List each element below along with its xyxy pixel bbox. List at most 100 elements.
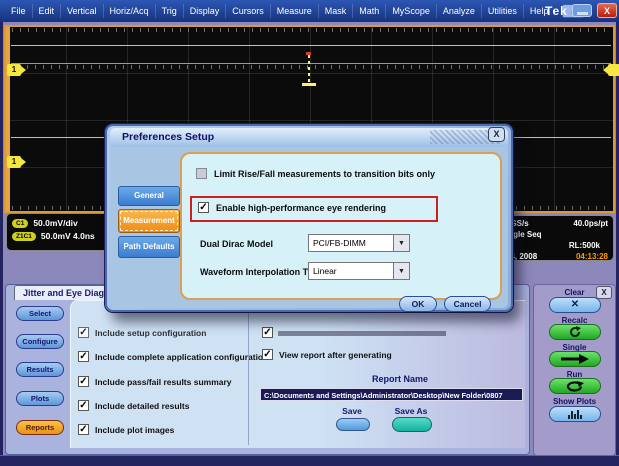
- time-readout: 04:13:28: [576, 252, 608, 261]
- menu-trig[interactable]: Trig: [156, 4, 184, 18]
- menu-horiz-acq[interactable]: Horiz/Acq: [104, 4, 156, 18]
- save-as-label: Save As: [383, 406, 439, 416]
- checkbox-checked[interactable]: ✓: [262, 349, 273, 360]
- tab-measurement[interactable]: Measurement: [118, 209, 180, 233]
- occluded-option-row[interactable]: ✓: [262, 327, 273, 338]
- c1-badge: C1: [12, 219, 28, 228]
- configure-button[interactable]: Configure: [16, 334, 64, 349]
- interp-type-value: Linear: [309, 263, 393, 279]
- graticule-left-border: [6, 27, 10, 211]
- checkbox-label: Include pass/fail results summary: [95, 377, 232, 387]
- results-button[interactable]: Results: [16, 362, 64, 377]
- tek-logo: Tek: [545, 4, 568, 18]
- acquisition-readout-box: 0GS/s 40.0ps/pt ingle Seq RL:500k 04, 20…: [500, 215, 614, 261]
- occluded-text: [278, 331, 446, 336]
- recalc-button[interactable]: [549, 324, 601, 340]
- include-app-config-row[interactable]: ✓ Include complete application configura…: [78, 351, 268, 362]
- plots-bars-icon: [568, 410, 582, 419]
- enable-eye-rendering-row[interactable]: ✓ Enable high-performance eye rendering: [198, 202, 386, 213]
- dual-dirac-value: PCI/FB-DIMM: [309, 235, 393, 251]
- interp-type-select[interactable]: Linear ▼: [308, 262, 410, 280]
- close-window-button[interactable]: X: [597, 3, 617, 18]
- interp-type-label: Waveform Interpolation Type: [200, 267, 323, 277]
- channel1-trace: [11, 45, 611, 46]
- menu-utilities[interactable]: Utilities: [482, 4, 524, 18]
- record-length: RL:500k: [569, 241, 608, 250]
- loop-arrow-icon: [565, 381, 585, 392]
- menu-myscope[interactable]: MyScope: [386, 4, 437, 18]
- report-name-label: Report Name: [300, 374, 500, 384]
- right-edge-marker: [608, 64, 619, 76]
- tab-general[interactable]: General: [118, 186, 180, 206]
- tick-marks-top: [12, 28, 611, 32]
- minimize-button[interactable]: [572, 4, 592, 17]
- minimize-icon: [577, 12, 588, 15]
- chevron-down-icon[interactable]: ▼: [393, 263, 409, 279]
- report-path-field[interactable]: C:\Documents and Settings\Administrator\…: [260, 388, 523, 401]
- checkbox-label: Enable high-performance eye rendering: [216, 203, 386, 213]
- menu-file[interactable]: File: [5, 4, 33, 18]
- menu-vertical[interactable]: Vertical: [61, 4, 104, 18]
- single-button[interactable]: [549, 351, 601, 367]
- menu-display[interactable]: Display: [184, 4, 227, 18]
- bottom-frame: [0, 455, 619, 466]
- checkbox-label: Include setup configuration: [95, 328, 206, 338]
- trigger-position-line[interactable]: [308, 55, 310, 84]
- select-button[interactable]: Select: [16, 306, 64, 321]
- refresh-icon: [568, 326, 582, 338]
- checkbox-checked[interactable]: ✓: [78, 327, 89, 338]
- include-plot-images-row[interactable]: ✓ Include plot images: [78, 424, 174, 435]
- checkbox-checked[interactable]: ✓: [78, 424, 89, 435]
- checkbox-label: Include complete application configurati…: [95, 352, 268, 362]
- save-as-button[interactable]: [392, 417, 432, 432]
- c1-scale: 50.0mV/div: [33, 218, 77, 228]
- checkbox-label: Limit Rise/Fall measurements to transiti…: [214, 169, 435, 179]
- clear-x-icon: ✕: [571, 300, 579, 310]
- show-plots-button[interactable]: [549, 406, 601, 422]
- clear-label: Clear: [533, 288, 616, 297]
- ok-button[interactable]: OK: [399, 296, 437, 312]
- checkbox-checked[interactable]: ✓: [78, 351, 89, 362]
- checkbox-label: Include detailed results: [95, 401, 189, 411]
- include-detailed-row[interactable]: ✓ Include detailed results: [78, 400, 189, 411]
- include-setup-config-row[interactable]: ✓ Include setup configuration: [78, 327, 206, 338]
- menu-math[interactable]: Math: [353, 4, 386, 18]
- checkbox-checked[interactable]: ✓: [262, 327, 273, 338]
- menu-bar: File Edit Vertical Horiz/Acq Trig Displa…: [0, 0, 619, 22]
- menu-mask[interactable]: Mask: [319, 4, 354, 18]
- menu-edit[interactable]: Edit: [33, 4, 62, 18]
- dual-dirac-select[interactable]: PCI/FB-DIMM ▼: [308, 234, 410, 252]
- chevron-down-icon[interactable]: ▼: [393, 235, 409, 251]
- run-button[interactable]: [549, 378, 601, 394]
- menu-cursors[interactable]: Cursors: [226, 4, 271, 18]
- show-plots-label: Show Plots: [533, 397, 616, 406]
- z1c1-scale: 50.0mV 4.0ns: [41, 231, 95, 241]
- window-separator-line: [11, 63, 611, 64]
- checkbox-label: View report after generating: [279, 350, 392, 360]
- checkbox-checked[interactable]: ✓: [78, 400, 89, 411]
- panel-divider: [248, 302, 249, 445]
- channel1-marker[interactable]: 1: [7, 64, 21, 76]
- checkbox-unchecked[interactable]: [196, 168, 207, 179]
- save-label: Save: [330, 406, 374, 416]
- limit-risefall-row[interactable]: Limit Rise/Fall measurements to transiti…: [196, 168, 435, 179]
- resolution: 40.0ps/pt: [573, 219, 608, 228]
- tick-marks-separator: [11, 65, 611, 69]
- clear-button[interactable]: ✕: [549, 297, 601, 313]
- arrow-right-icon: [560, 354, 590, 364]
- checkbox-checked[interactable]: ✓: [198, 202, 209, 213]
- menu-analyze[interactable]: Analyze: [437, 4, 482, 18]
- dialog-close-button[interactable]: X: [488, 127, 505, 142]
- menu-measure[interactable]: Measure: [271, 4, 319, 18]
- plots-button[interactable]: Plots: [16, 391, 64, 406]
- reports-button[interactable]: Reports: [16, 420, 64, 435]
- save-button[interactable]: [336, 418, 370, 431]
- trigger-level-cap: [302, 83, 316, 86]
- view-report-row[interactable]: ✓ View report after generating: [262, 349, 392, 360]
- cancel-button[interactable]: Cancel: [444, 296, 491, 312]
- checkbox-label: Include plot images: [95, 425, 174, 435]
- tab-path-defaults[interactable]: Path Defaults: [118, 236, 180, 258]
- zoom1-channel-marker[interactable]: 1: [7, 156, 21, 168]
- include-passfail-row[interactable]: ✓ Include pass/fail results summary: [78, 376, 232, 387]
- checkbox-checked[interactable]: ✓: [78, 376, 89, 387]
